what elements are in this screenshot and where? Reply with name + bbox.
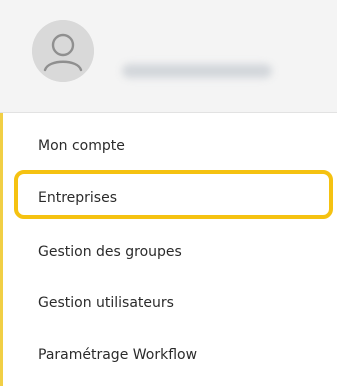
- menu-item-gestion-des-groupes[interactable]: Gestion des groupes: [0, 232, 337, 272]
- menu-item-label: Mon compte: [38, 138, 125, 154]
- menu-item-entreprises[interactable]: Entreprises: [0, 178, 337, 218]
- menu-item-mon-compte[interactable]: Mon compte: [0, 126, 337, 166]
- profile-header: [0, 0, 337, 113]
- menu-item-parametrage-workflow[interactable]: Paramétrage Workflow: [0, 335, 337, 375]
- user-avatar-icon[interactable]: [32, 20, 94, 82]
- menu-item-gestion-utilisateurs[interactable]: Gestion utilisateurs: [0, 283, 337, 323]
- menu-item-label: Gestion utilisateurs: [38, 295, 174, 311]
- menu-item-label: Paramétrage Workflow: [38, 347, 198, 363]
- user-menu-panel: Mon compte Entreprises Gestion des group…: [0, 0, 337, 386]
- menu-item-label: Gestion des groupes: [38, 244, 182, 260]
- username-redacted: [122, 64, 272, 78]
- menu-item-label: Entreprises: [38, 190, 118, 206]
